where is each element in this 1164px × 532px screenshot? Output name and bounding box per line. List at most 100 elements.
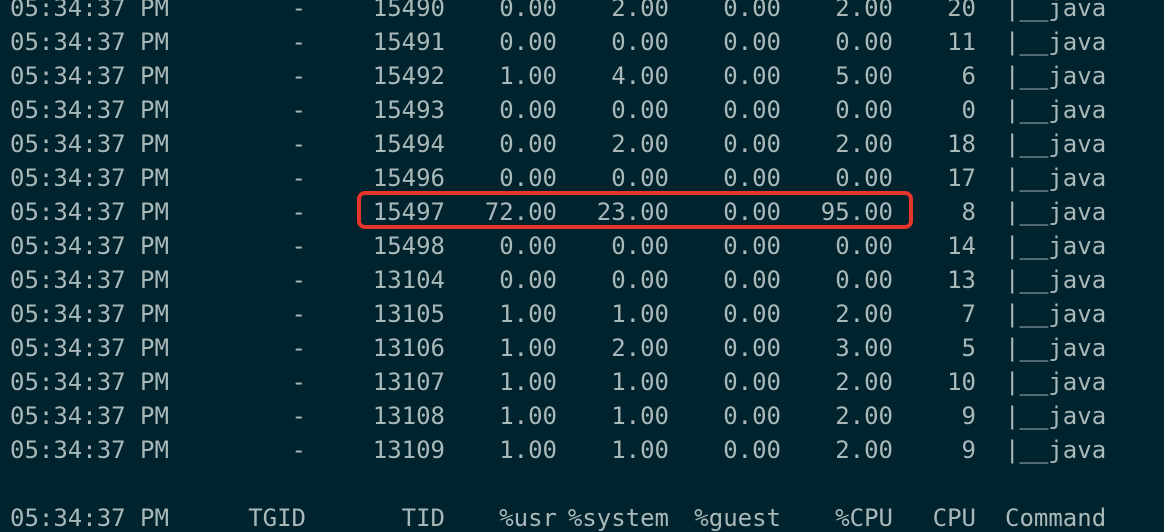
cpu-cell: 5 <box>961 334 976 362</box>
usr-cell: 1.00 <box>499 436 557 464</box>
tid-cell: 13105 <box>372 300 445 328</box>
tgid-cell: - <box>291 232 306 260</box>
command-cell: |__java <box>1005 402 1107 430</box>
system-cell: 23.00 <box>596 198 669 226</box>
time-cell: 05:34:37 PM <box>10 28 169 56</box>
time-cell: 05:34:37 PM <box>10 62 169 90</box>
system-cell: 0.00 <box>611 266 669 294</box>
tid-cell: 13108 <box>372 402 445 430</box>
cpu-percent-cell: 2.00 <box>835 0 893 22</box>
command-cell: |__java <box>1005 164 1107 192</box>
tgid-cell: - <box>291 402 306 430</box>
column-header-row: 05:34:37 PM TGID TID %usr %system %guest… <box>0 501 1164 532</box>
cpu-percent-cell: 0.00 <box>835 96 893 124</box>
usr-cell: 1.00 <box>499 402 557 430</box>
cpu-cell: 7 <box>961 300 976 328</box>
table-row: 05:34:37 PM - 13104 0.00 0.00 0.00 0.00 … <box>0 263 1164 297</box>
command-cell: |__java <box>1005 368 1107 396</box>
guest-cell: 0.00 <box>723 96 781 124</box>
header-time: 05:34:37 PM <box>10 504 169 532</box>
tid-cell: 13107 <box>372 368 445 396</box>
tid-cell: 13106 <box>372 334 445 362</box>
command-cell: |__java <box>1005 266 1107 294</box>
tid-cell: 15494 <box>372 130 445 158</box>
system-cell: 2.00 <box>611 0 669 22</box>
tgid-cell: - <box>291 130 306 158</box>
cpu-percent-cell: 0.00 <box>835 28 893 56</box>
command-cell: |__java <box>1005 436 1107 464</box>
command-cell: |__java <box>1005 0 1107 22</box>
tgid-cell: - <box>291 368 306 396</box>
guest-cell: 0.00 <box>723 232 781 260</box>
cpu-cell: 10 <box>947 368 976 396</box>
guest-cell: 0.00 <box>723 0 781 22</box>
command-cell: |__java <box>1005 62 1107 90</box>
cpu-percent-cell: 2.00 <box>835 368 893 396</box>
command-cell: |__java <box>1005 232 1107 260</box>
time-cell: 05:34:37 PM <box>10 266 169 294</box>
terminal-window[interactable]: 05:34:37 PM - 15490 0.00 2.00 0.00 2.00 … <box>0 0 1164 532</box>
table-row: 05:34:37 PM - 15496 0.00 0.00 0.00 0.00 … <box>0 161 1164 195</box>
table-row: 05:34:37 PM - 13106 1.00 2.00 0.00 3.00 … <box>0 331 1164 365</box>
tgid-cell: - <box>291 436 306 464</box>
system-cell: 0.00 <box>611 28 669 56</box>
header-command: Command <box>1005 504 1107 532</box>
usr-cell: 1.00 <box>499 300 557 328</box>
cpu-percent-cell: 0.00 <box>835 266 893 294</box>
cpu-cell: 20 <box>947 0 976 22</box>
cpu-percent-cell: 2.00 <box>835 130 893 158</box>
cpu-percent-cell: 2.00 <box>835 300 893 328</box>
command-cell: |__java <box>1005 28 1107 56</box>
command-cell: |__java <box>1005 130 1107 158</box>
tid-cell: 15493 <box>372 96 445 124</box>
guest-cell: 0.00 <box>723 436 781 464</box>
usr-cell: 1.00 <box>499 334 557 362</box>
table-row-highlighted: 05:34:37 PM - 15497 72.00 23.00 0.00 95.… <box>0 195 1164 229</box>
time-cell: 05:34:37 PM <box>10 232 169 260</box>
guest-cell: 0.00 <box>723 62 781 90</box>
usr-cell: 0.00 <box>499 0 557 22</box>
usr-cell: 72.00 <box>484 198 557 226</box>
usr-cell: 0.00 <box>499 96 557 124</box>
time-cell: 05:34:37 PM <box>10 436 169 464</box>
system-cell: 2.00 <box>611 334 669 362</box>
usr-cell: 0.00 <box>499 232 557 260</box>
time-cell: 05:34:37 PM <box>10 402 169 430</box>
table-row: 05:34:37 PM - 15491 0.00 0.00 0.00 0.00 … <box>0 25 1164 59</box>
cpu-percent-cell: 3.00 <box>835 334 893 362</box>
system-cell: 4.00 <box>611 62 669 90</box>
system-cell: 2.00 <box>611 130 669 158</box>
cpu-cell: 14 <box>947 232 976 260</box>
table-row: 05:34:37 PM - 13105 1.00 1.00 0.00 2.00 … <box>0 297 1164 331</box>
cpu-percent-cell: 95.00 <box>820 198 893 226</box>
tgid-cell: - <box>291 96 306 124</box>
guest-cell: 0.00 <box>723 402 781 430</box>
cpu-percent-cell: 2.00 <box>835 436 893 464</box>
tgid-cell: - <box>291 164 306 192</box>
header-tid: TID <box>401 504 445 532</box>
time-cell: 05:34:37 PM <box>10 300 169 328</box>
tid-cell: 13104 <box>372 266 445 294</box>
usr-cell: 0.00 <box>499 266 557 294</box>
table-row: 05:34:37 PM - 15493 0.00 0.00 0.00 0.00 … <box>0 93 1164 127</box>
time-cell: 05:34:37 PM <box>10 198 169 226</box>
header-system: %system <box>567 504 669 532</box>
tid-cell: 13109 <box>372 436 445 464</box>
tid-cell: 15498 <box>372 232 445 260</box>
command-cell: |__java <box>1005 198 1107 226</box>
cpu-percent-cell: 2.00 <box>835 402 893 430</box>
guest-cell: 0.00 <box>723 300 781 328</box>
command-cell: |__java <box>1005 334 1107 362</box>
tgid-cell: - <box>291 62 306 90</box>
table-row: 05:34:37 PM - 13109 1.00 1.00 0.00 2.00 … <box>0 433 1164 467</box>
tid-cell: 15492 <box>372 62 445 90</box>
cpu-cell: 8 <box>961 198 976 226</box>
header-guest: %guest <box>694 504 781 532</box>
cpu-cell: 6 <box>961 62 976 90</box>
table-row: 05:34:37 PM - 15492 1.00 4.00 0.00 5.00 … <box>0 59 1164 93</box>
guest-cell: 0.00 <box>723 368 781 396</box>
tid-cell: 15496 <box>372 164 445 192</box>
usr-cell: 1.00 <box>499 62 557 90</box>
cpu-cell: 9 <box>961 402 976 430</box>
header-cpu: CPU <box>932 504 976 532</box>
